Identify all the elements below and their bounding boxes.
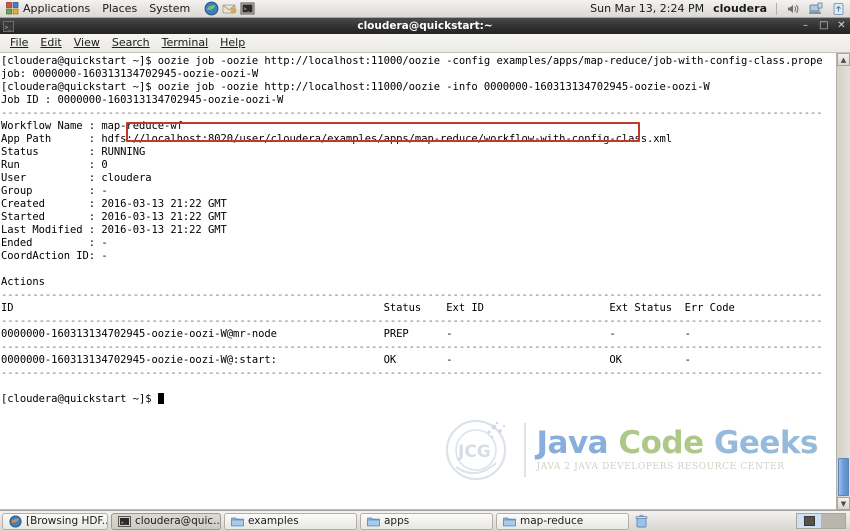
applications-icon [6,2,19,15]
menu-edit[interactable]: Edit [34,34,67,52]
scrollbar-thumb[interactable] [838,458,849,496]
folder-icon [367,515,380,528]
terminal-line: [cloudera@quickstart ~]$ [1,393,824,406]
terminal-scrollbar[interactable]: ▲ ▼ [836,53,850,510]
workspace-switcher[interactable] [796,513,846,529]
workspace-1[interactable] [797,514,821,528]
terminal-line: ----------------------------------------… [1,289,824,301]
terminal-screen[interactable]: [cloudera@quickstart ~]$ oozie job -oozi… [0,53,850,510]
terminal-line: 0000000-160313134702945-oozie-oozi-W@:st… [1,354,691,366]
taskbar-item-terminal[interactable]: >_ cloudera@quic... [111,512,221,530]
tray-separator [776,2,777,15]
close-button[interactable]: ✕ [837,21,846,31]
terminal-window: >_ cloudera@quickstart:~ – □ ✕ File Edit… [0,18,850,510]
terminal-line: ----------------------------------------… [1,315,824,327]
menu-view-label: View [73,36,100,49]
terminal-line: ID Status Ext ID Ext Status Err Code [1,302,735,314]
svg-text:>_: >_ [244,7,251,13]
svg-text:>_: >_ [5,24,12,30]
terminal-line: CoordAction ID: - [1,250,108,262]
menu-places[interactable]: Places [96,0,143,17]
terminal-line: User : cloudera [1,172,152,184]
trash-icon[interactable] [632,513,650,530]
terminal-line: Ended : - [1,237,108,249]
svg-text:>_: >_ [121,520,127,525]
terminal-line: Status : RUNNING [1,146,146,158]
terminal-line: [cloudera@quickstart ~]$ oozie job -oozi… [1,81,710,93]
scroll-up-icon[interactable]: ▲ [837,53,850,66]
terminal-line: Run : 0 [1,159,108,171]
terminal-line: 0000000-160313134702945-oozie-oozi-W@mr-… [1,328,691,340]
maximize-button[interactable]: □ [819,21,828,31]
firefox-icon [9,514,22,528]
menu-system-label: System [149,2,191,15]
window-buttons: – □ ✕ [801,18,846,34]
terminal-cursor [157,393,164,404]
taskbar-item-apps[interactable]: apps [360,512,493,530]
menu-file[interactable]: File [4,34,34,52]
folder-icon [231,515,244,528]
panel-launchers: >_ [204,1,255,16]
terminal-line: Last Modified : 2016-03-13 21:22 GMT [1,224,227,236]
menu-edit-label: Edit [40,36,62,49]
bottom-taskbar: [Browsing HDF... >_ cloudera@quic... exa… [0,510,850,531]
terminal-line: [cloudera@quickstart ~]$ oozie job -oozi… [1,55,824,67]
menu-view[interactable]: View [68,34,106,52]
taskbar-item-label: map-reduce [520,515,584,527]
menu-terminal-label: Terminal [161,36,209,49]
clock[interactable]: Sun Mar 13, 2:24 PM [590,2,704,15]
menu-help-label: Help [220,36,246,49]
terminal-icon: >_ [118,515,131,528]
taskbar-item-label: apps [384,515,410,527]
taskbar-item-browsing-hdfs[interactable]: [Browsing HDF... [2,512,108,530]
taskbar-item-label: cloudera@quic... [135,515,221,527]
user-menu[interactable]: cloudera [713,2,767,15]
folder-icon [503,515,516,528]
taskbar-item-examples[interactable]: examples [224,512,357,530]
menu-places-label: Places [102,2,138,15]
menu-terminal[interactable]: Terminal [156,34,215,52]
taskbar-item-map-reduce[interactable]: map-reduce [496,512,629,530]
terminal-menubar: File Edit View Search Terminal Help [0,34,850,53]
update-manager-icon[interactable] [832,2,846,16]
terminal-line: ----------------------------------------… [1,367,824,379]
menu-search[interactable]: Search [106,34,156,52]
terminal-line: Job ID : 0000000-160313134702945-oozie-o… [1,94,284,106]
terminal-line: Group : - [1,185,108,197]
menu-system[interactable]: System [143,0,196,17]
terminal-line: ----------------------------------------… [1,341,824,353]
terminal-line: Started : 2016-03-13 21:22 GMT [1,211,227,223]
menu-search-label: Search [111,36,150,49]
terminal-line: Actions [1,276,45,288]
workspace-window-thumbnail [803,516,815,526]
minimize-button[interactable]: – [801,21,810,31]
terminal-icon[interactable]: >_ [240,1,255,16]
menu-help[interactable]: Help [214,34,251,52]
network-icon[interactable] [809,2,823,16]
terminal-line: job: 0000000-160313134702945-oozie-oozi-… [1,68,259,80]
email-icon[interactable] [222,1,237,16]
titlebar-terminal-icon[interactable]: >_ [3,20,14,32]
gnome-top-panel: Applications Places System >_ Sun Mar 13… [0,0,850,18]
firefox-icon[interactable] [204,1,219,16]
terminal-line: Created : 2016-03-13 21:22 GMT [1,198,227,210]
scroll-down-icon[interactable]: ▼ [837,497,850,510]
terminal-line: ----------------------------------------… [1,107,824,119]
taskbar-item-label: examples [248,515,299,527]
menu-applications-label: Applications [23,2,91,15]
workspace-2[interactable] [821,514,845,528]
panel-status-area: Sun Mar 13, 2:24 PM cloudera [590,2,850,16]
window-titlebar[interactable]: >_ cloudera@quickstart:~ – □ ✕ [0,18,850,34]
volume-icon[interactable] [786,2,800,16]
red-highlight-box [126,122,640,142]
taskbar-item-label: [Browsing HDF... [26,515,108,527]
menu-applications[interactable]: Applications [0,0,96,17]
window-title: cloudera@quickstart:~ [357,20,493,32]
menu-file-label: File [10,36,29,49]
